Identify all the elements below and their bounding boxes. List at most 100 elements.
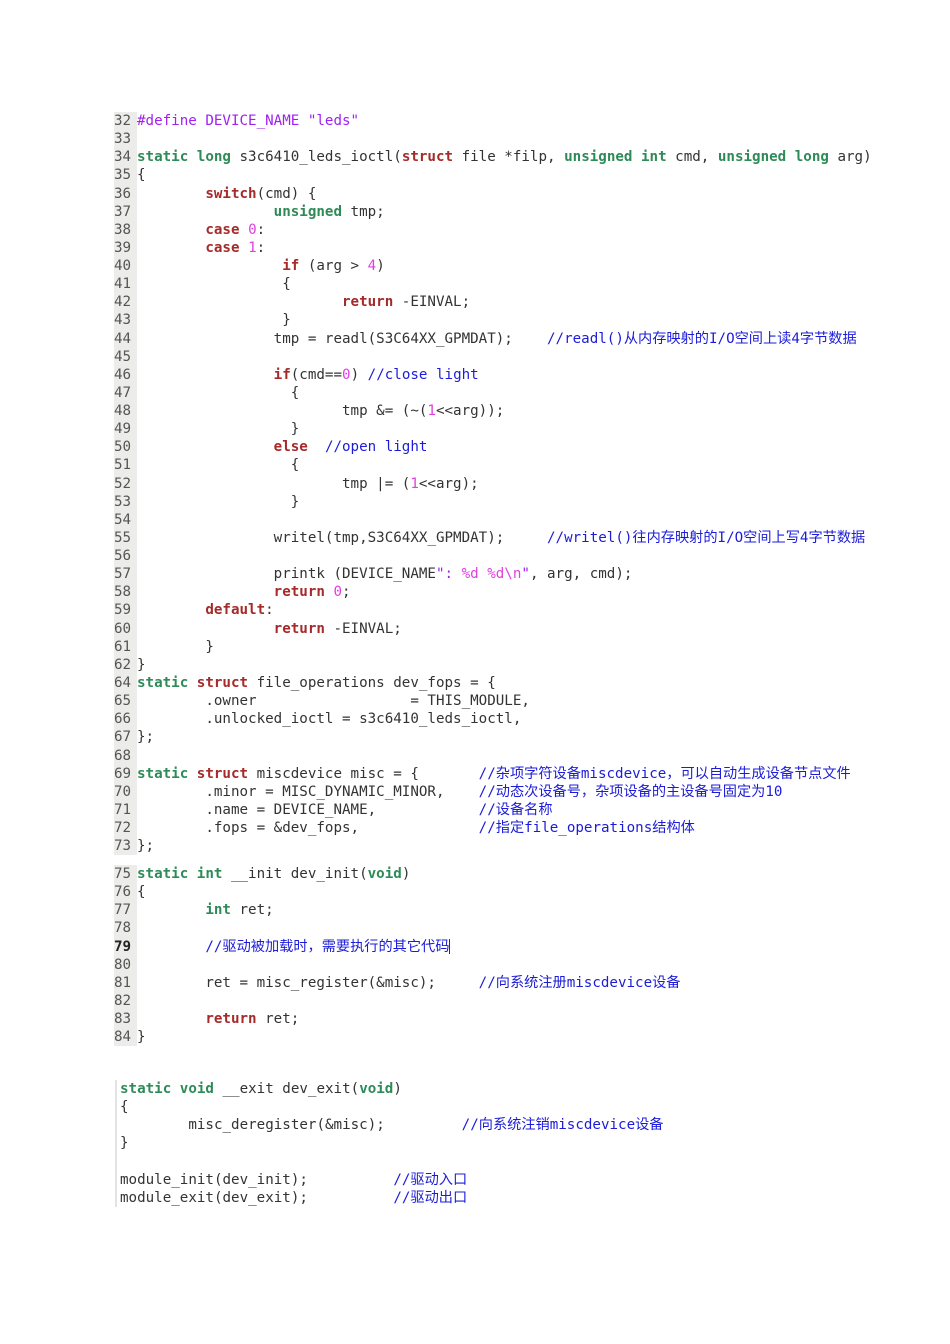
code-token: , arg, cmd); — [529, 566, 633, 583]
code-text: { — [137, 456, 300, 474]
code-token: file_operations dev_fops = { — [248, 675, 496, 691]
code-text: case 1: — [137, 239, 265, 257]
type-keyword: void — [367, 866, 402, 882]
code-token: writel(tmp,S3C64XX_GPMDAT); — [137, 529, 547, 546]
line-number: 49 — [114, 420, 137, 439]
code-token: .unlocked_ioctl = s3c6410_leds_ioctl, — [137, 711, 522, 728]
keyword: if — [282, 258, 300, 274]
type-keyword: int — [641, 149, 667, 166]
code-text: .owner = THIS_MODULE, — [137, 692, 530, 710]
code-block-structs: 64 static struct file_operations dev_fops… — [114, 674, 851, 856]
code-text: unsigned tmp; — [137, 203, 385, 221]
code-token: __exit dev_exit( — [213, 1081, 360, 1097]
text-cursor — [449, 939, 451, 954]
code-token: ret = misc_register(&misc); — [137, 974, 479, 991]
code-text: static struct file_operations dev_fops =… — [137, 674, 496, 692]
code-text: return ret; — [137, 1010, 299, 1028]
code-line: 61 } — [114, 637, 872, 656]
line-number: 71 — [114, 800, 137, 819]
code-line: 54 — [114, 510, 872, 529]
code-line: 57 printk (DEVICE_NAME": %d %d\n", arg, … — [114, 565, 872, 584]
comment: //动态次设备号，杂项设备的主设备号固定为10 — [478, 783, 783, 800]
code-token: { — [137, 457, 300, 474]
line-number: 58 — [114, 583, 137, 602]
type-keyword: long — [196, 149, 231, 166]
code-token: tmp; — [342, 203, 385, 220]
code-text: }; — [137, 728, 154, 746]
line-number: 69 — [114, 764, 137, 783]
code-token: ) — [350, 366, 368, 383]
code-block-init: 75 static int __init dev_init(void) 76{77 … — [114, 865, 680, 1047]
code-token: .name = DEVICE_NAME, — [137, 801, 479, 818]
code-line: 36 switch(cmd) { — [114, 184, 872, 203]
line-number: 70 — [114, 782, 137, 801]
code-text: } — [120, 1134, 129, 1152]
code-text: }; — [137, 837, 154, 855]
code-line: 39 case 1: — [114, 238, 872, 257]
code-token: } — [120, 1135, 129, 1152]
line-number: 42 — [114, 293, 137, 312]
code-token: tmp = readl(S3C64XX_GPMDAT); — [137, 330, 547, 347]
code-text: //驱动被加载时，需要执行的其它代码 — [137, 938, 451, 956]
code-token: } — [137, 1029, 146, 1046]
code-text: ret = misc_register(&misc); //向系统注册miscd… — [137, 974, 680, 992]
code-line: 47 { — [114, 383, 872, 402]
code-token: ret; — [230, 902, 274, 919]
number-literal: %d %d\n — [461, 566, 522, 583]
comment: //杂项字符设备miscdevice，可以自动生成设备节点文件 — [478, 765, 851, 782]
code-block-ioctl: 32 #define DEVICE_NAME "leds" 33 34 static l… — [114, 112, 872, 674]
code-line: 37 unsigned tmp; — [114, 202, 872, 221]
code-token: s3c6410_leds_ioctl( — [230, 149, 402, 166]
type-keyword: void — [359, 1081, 394, 1097]
line-number: 75 — [114, 865, 137, 884]
line-number: 48 — [114, 402, 137, 421]
keyword: return — [273, 584, 325, 601]
line-number: 39 — [114, 238, 137, 257]
keyword: if — [273, 366, 291, 383]
comment: //驱动入口 — [393, 1171, 468, 1188]
line-number: 40 — [114, 257, 137, 276]
keyword: case — [205, 239, 240, 256]
preprocessor: " — [521, 566, 530, 583]
code-text: case 0: — [137, 221, 265, 239]
code-token: } — [137, 421, 300, 438]
code-text: return -EINVAL; — [137, 620, 402, 638]
code-line: 60 return -EINVAL; — [114, 619, 872, 638]
keyword: struct — [196, 675, 249, 691]
code-token: { — [137, 167, 146, 184]
code-line: 76{ — [114, 883, 680, 902]
code-text: switch(cmd) { — [137, 185, 316, 203]
code-text: .name = DEVICE_NAME, //设备名称 — [137, 801, 552, 819]
code-text: return -EINVAL; — [137, 293, 470, 311]
keyword: return — [205, 1011, 257, 1027]
code-line: 75 static int __init dev_init(void) — [114, 865, 680, 884]
type-keyword: unsigned — [564, 149, 633, 166]
code-block-exit: static void __exit dev_exit(void){ misc_… — [115, 1080, 663, 1207]
code-text: .minor = MISC_DYNAMIC_MINOR, //动态次设备号，杂项… — [137, 783, 782, 801]
line-number: 41 — [114, 275, 137, 294]
line-number: 53 — [114, 492, 137, 511]
code-token: { — [137, 276, 291, 293]
code-token: (arg > — [299, 258, 368, 274]
line-number: 59 — [114, 601, 137, 620]
code-text: int ret; — [137, 901, 274, 919]
code-line: 49 } — [114, 420, 872, 439]
line-number: 52 — [114, 474, 137, 493]
comment: //向系统注册miscdevice设备 — [478, 974, 681, 991]
comment: //readl()从内存映射的I/O空间上读4字节数据 — [547, 330, 857, 347]
type-keyword: static — [137, 866, 189, 882]
line-number: 68 — [114, 746, 137, 765]
code-token: : — [265, 602, 274, 619]
code-line: 53 } — [114, 492, 872, 511]
code-line: 67}; — [114, 728, 851, 747]
code-line: 81 ret = misc_register(&misc); //向系统注册mi… — [114, 973, 680, 992]
